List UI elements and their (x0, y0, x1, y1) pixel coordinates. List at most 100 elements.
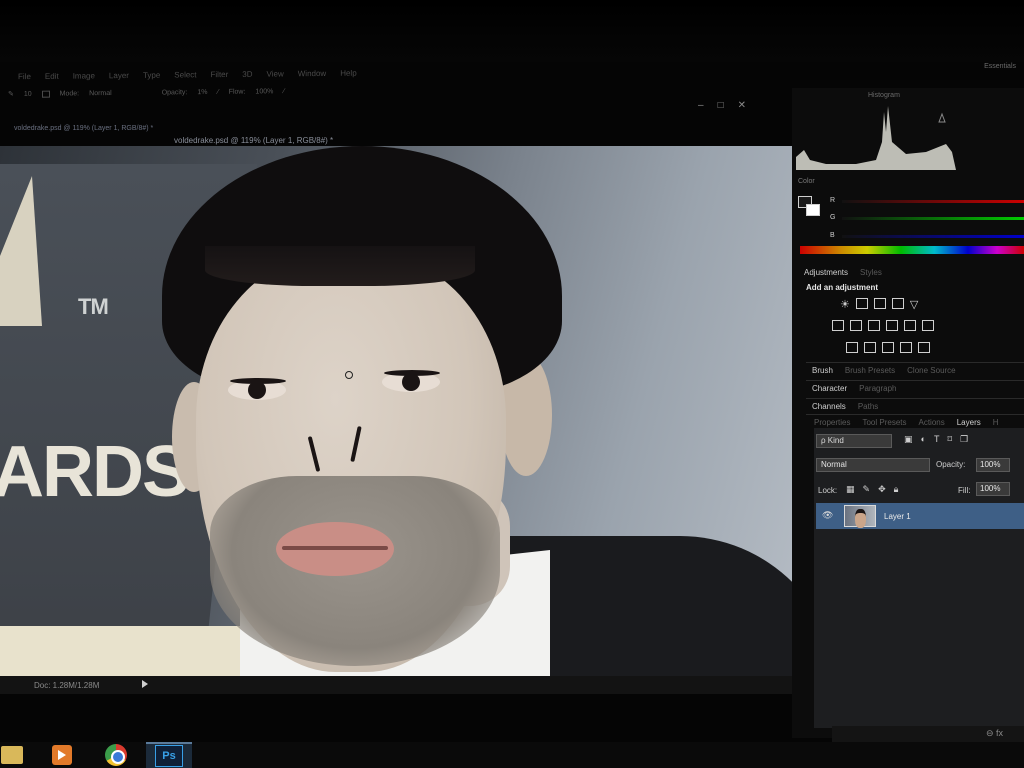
tab-history[interactable]: H (993, 418, 999, 427)
brush-size-picker[interactable]: 10 (24, 90, 32, 97)
fill-label: Fill: (958, 486, 971, 495)
tab-brush[interactable]: Brush (812, 366, 833, 375)
tab-styles[interactable]: Styles (860, 268, 882, 277)
brush-cursor-icon (345, 371, 353, 379)
layer-filter-kind-dropdown[interactable]: ρ Kind (816, 434, 892, 448)
lock-icons: ▦ ✎ ✥ 🔒︎ (846, 484, 898, 495)
menu-3d[interactable]: 3D (242, 69, 252, 78)
tab-brush-presets[interactable]: Brush Presets (845, 366, 895, 375)
menu-type[interactable]: Type (143, 70, 160, 79)
brush-tabs: Brush Brush Presets Clone Source (812, 366, 956, 375)
layer-thumbnail[interactable] (844, 505, 876, 528)
menu-edit[interactable]: Edit (45, 71, 59, 80)
menu-layer[interactable]: Layer (109, 71, 129, 80)
background-color-swatch[interactable] (806, 204, 820, 216)
color-lookup-icon[interactable] (922, 320, 934, 331)
tab-channels[interactable]: Channels (812, 402, 846, 411)
levels-icon[interactable] (855, 298, 868, 309)
channels-tabs: Channels Paths (812, 402, 878, 411)
menu-select[interactable]: Select (174, 70, 196, 79)
selective-color-icon[interactable] (900, 342, 912, 353)
curves-icon[interactable] (873, 298, 886, 309)
airbrush-icon[interactable]: ⁄ (283, 88, 284, 95)
exposure-icon[interactable] (891, 298, 904, 309)
tab-paragraph[interactable]: Paragraph (859, 384, 896, 393)
threshold-icon[interactable] (882, 342, 894, 353)
tab-adjustments[interactable]: Adjustments (804, 268, 848, 277)
brightness-icon[interactable]: ☀ (840, 298, 850, 311)
minimize-button[interactable]: – (698, 100, 704, 111)
status-menu-arrow-icon[interactable] (142, 680, 148, 688)
menu-filter[interactable]: Filter (211, 69, 229, 78)
blue-slider[interactable] (842, 235, 1024, 238)
close-button[interactable]: ✕ (738, 100, 746, 111)
lock-image-icon[interactable]: ✎ (863, 484, 871, 495)
brush-panel-toggle-icon[interactable] (41, 90, 50, 98)
mode-dropdown[interactable]: Normal (89, 89, 112, 96)
color-balance-icon[interactable] (850, 320, 862, 331)
layer-opacity-label: Opacity: (936, 460, 966, 469)
taskbar-media-player-button[interactable] (50, 742, 74, 768)
adjustment-row-3 (846, 342, 930, 353)
visibility-eye-icon[interactable]: 👁︎ (822, 510, 833, 521)
menu-window[interactable]: Window (298, 68, 326, 77)
channel-mixer-icon[interactable] (904, 320, 916, 331)
tab-paths[interactable]: Paths (858, 402, 878, 411)
photo-filter-icon[interactable] (886, 320, 898, 331)
layers-panel (814, 428, 1024, 728)
invert-icon[interactable] (846, 342, 858, 353)
menu-view[interactable]: View (267, 69, 284, 78)
image-canvas[interactable]: TM ARDS (0, 146, 802, 676)
layers-panel-tabs: Properties Tool Presets Actions Layers H (814, 418, 999, 427)
layer-name[interactable]: Layer 1 (884, 512, 911, 521)
pressure-opacity-icon[interactable]: ⁄ (218, 88, 219, 95)
tab-actions[interactable]: Actions (919, 418, 945, 427)
taskbar-chrome-button[interactable] (104, 742, 128, 768)
smart-object-filter-icon[interactable]: ❐ (960, 434, 968, 445)
document-tab[interactable]: voldedrake.psd @ 119% (Layer 1, RGB/8#) … (14, 125, 153, 132)
adjustments-tabs: Adjustments Styles (804, 268, 882, 277)
layer-opacity-input[interactable]: 100% (976, 458, 1010, 472)
brush-tool-icon[interactable]: ✎ (8, 90, 14, 98)
tab-tool-presets[interactable]: Tool Presets (862, 418, 906, 427)
green-slider[interactable] (842, 217, 1024, 220)
lock-all-icon[interactable]: 🔒︎ (894, 484, 899, 495)
hue-saturation-icon[interactable] (832, 320, 844, 331)
tab-character[interactable]: Character (812, 384, 847, 393)
adjustment-filter-icon[interactable]: ◐ (921, 434, 926, 445)
doc-size: Doc: 1.28M/1.28M (34, 680, 100, 690)
type-filter-icon[interactable]: T (934, 434, 940, 445)
menu-help[interactable]: Help (340, 68, 356, 77)
color-spectrum-bar[interactable] (800, 246, 1024, 254)
lock-position-icon[interactable]: ✥ (878, 484, 886, 495)
vibrance-icon[interactable]: ▽ (910, 298, 918, 311)
add-adjustment-label: Add an adjustment (806, 283, 879, 292)
opacity-input[interactable]: 1% (197, 88, 207, 95)
flow-input[interactable]: 100% (255, 88, 273, 95)
shape-filter-icon[interactable]: ⌑ (947, 434, 952, 445)
taskbar-explorer-button[interactable] (0, 742, 24, 768)
taskbar-photoshop-button[interactable]: Ps (146, 742, 192, 768)
black-white-icon[interactable] (868, 320, 880, 331)
tab-clone-source[interactable]: Clone Source (907, 366, 955, 375)
pixel-filter-icon[interactable]: ▣ (904, 434, 913, 445)
flow-label: Flow: (228, 88, 246, 96)
menu-file[interactable]: File (18, 72, 31, 81)
tab-properties[interactable]: Properties (814, 418, 850, 427)
gradient-map-icon[interactable] (918, 342, 930, 353)
lock-label: Lock: (818, 486, 838, 495)
fill-input[interactable]: 100% (976, 482, 1010, 496)
left-eyelid (230, 378, 286, 384)
histogram-graph (796, 106, 956, 170)
maximize-button[interactable]: □ (718, 100, 724, 111)
blend-mode-dropdown[interactable]: Normal (816, 458, 930, 472)
workspace-switcher[interactable]: Essentials (984, 63, 1016, 70)
hairline (205, 246, 475, 286)
menu-image[interactable]: Image (73, 71, 95, 80)
layer-style-fx-icon[interactable]: ⊖ fx (986, 728, 1003, 739)
posterize-icon[interactable] (864, 342, 876, 353)
histogram-title: Histogram (868, 92, 900, 99)
lock-transparency-icon[interactable]: ▦ (846, 484, 855, 495)
red-slider[interactable] (842, 200, 1024, 203)
tab-layers[interactable]: Layers (957, 418, 981, 427)
